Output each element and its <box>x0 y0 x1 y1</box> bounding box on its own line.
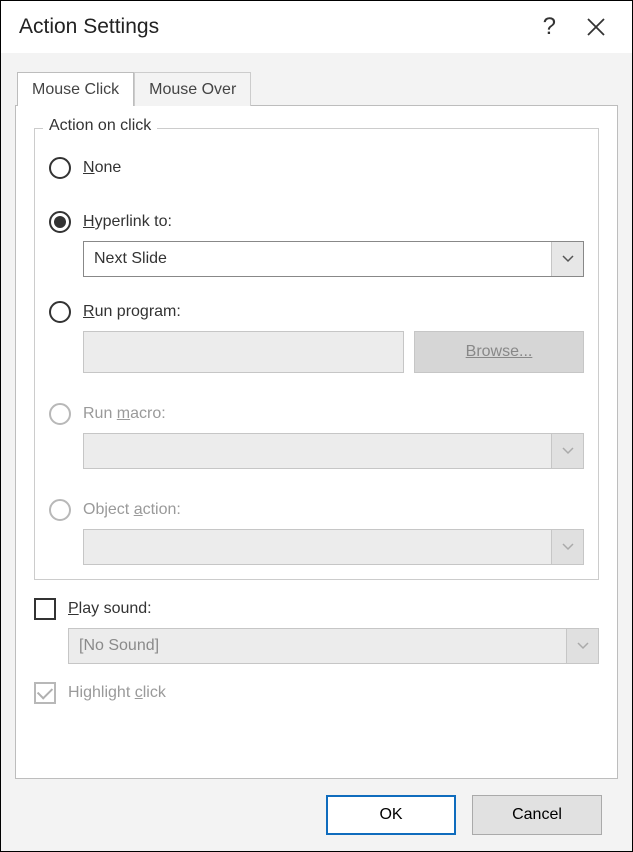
ok-button-label: OK <box>379 806 402 824</box>
radio-run-program[interactable] <box>49 301 71 323</box>
play-sound-combo-value: [No Sound] <box>69 629 566 663</box>
checkbox-play-sound[interactable] <box>34 598 56 620</box>
object-action-combo-value <box>84 530 551 564</box>
radio-run-macro <box>49 403 71 425</box>
cancel-button-label: Cancel <box>512 806 562 824</box>
radio-object-action-label: Object action: <box>83 501 181 519</box>
dialog-title: Action Settings <box>19 15 521 39</box>
tabs: Mouse Click Mouse Over <box>17 71 618 105</box>
object-action-combo <box>83 529 584 565</box>
checkbox-play-sound-label: Play sound: <box>68 600 152 618</box>
button-bar: OK Cancel <box>15 779 618 851</box>
radio-none-label: None <box>83 159 121 177</box>
radio-hyperlink-label: Hyperlink to: <box>83 213 172 231</box>
play-sound-combo: [No Sound] <box>68 628 599 664</box>
checkbox-highlight-click-label: Highlight click <box>68 684 166 702</box>
dialog-content: Mouse Click Mouse Over Action on click N… <box>1 53 632 851</box>
group-legend: Action on click <box>43 117 157 135</box>
radio-run-macro-label: Run macro: <box>83 405 166 423</box>
hyperlink-combo[interactable]: Next Slide <box>83 241 584 277</box>
checkbox-highlight-click <box>34 682 56 704</box>
browse-button: Browse... <box>414 331 584 373</box>
titlebar: Action Settings ? <box>1 1 632 53</box>
help-icon[interactable]: ? <box>521 13 578 41</box>
radio-none[interactable] <box>49 157 71 179</box>
radio-run-program-label: Run program: <box>83 303 181 321</box>
tab-mouse-click[interactable]: Mouse Click <box>17 72 134 106</box>
radio-hyperlink[interactable] <box>49 211 71 233</box>
run-macro-combo-value <box>84 434 551 468</box>
run-program-input <box>83 331 404 373</box>
ok-button[interactable]: OK <box>326 795 456 835</box>
chevron-down-icon <box>551 434 583 468</box>
tab-panel: Action on click None Hyperlink to: Next … <box>15 105 618 779</box>
run-macro-combo <box>83 433 584 469</box>
action-settings-dialog: Action Settings ? Mouse Click Mouse Over… <box>0 0 633 852</box>
chevron-down-icon <box>551 530 583 564</box>
close-icon[interactable] <box>578 17 614 37</box>
browse-button-label: Browse... <box>466 343 533 361</box>
cancel-button[interactable]: Cancel <box>472 795 602 835</box>
hyperlink-combo-value: Next Slide <box>84 242 551 276</box>
radio-object-action <box>49 499 71 521</box>
chevron-down-icon <box>551 242 583 276</box>
tab-mouse-over[interactable]: Mouse Over <box>134 72 251 106</box>
chevron-down-icon <box>566 629 598 663</box>
action-on-click-group: Action on click None Hyperlink to: Next … <box>34 128 599 580</box>
